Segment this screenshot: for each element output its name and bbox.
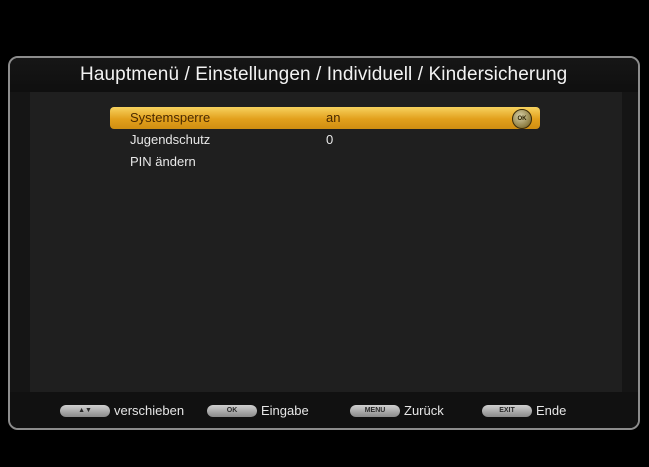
ok-icon[interactable]: OK xyxy=(512,109,532,129)
hint-exit-text: Ende xyxy=(536,403,567,419)
menu-item-label: PIN ändern xyxy=(130,154,196,169)
arrow-keys-icon[interactable]: ▲▼ xyxy=(60,404,110,417)
menu-item-value: 0 xyxy=(326,132,334,147)
hint-exit[interactable]: EXIT Ende xyxy=(482,402,566,420)
menu-item-label: Systemsperre xyxy=(130,110,211,125)
footer-hints: ▲▼ verschieben OK Eingabe MENU Zurück EXIT E… xyxy=(10,392,638,428)
hint-menu[interactable]: MENU Zurück xyxy=(350,402,444,420)
hint-ok[interactable]: OK Eingabe xyxy=(207,402,309,420)
menu-item-label: Jugendschutz xyxy=(130,132,211,147)
menu-item-jugendschutz[interactable]: Jugendschutz 0 xyxy=(110,129,540,151)
ok-key-icon[interactable]: OK xyxy=(207,404,257,417)
menu-item-pin-aendern[interactable]: PIN ändern xyxy=(110,151,540,173)
osd-window: Hauptmenü / Einstellungen / Individuell … xyxy=(8,56,640,430)
hint-ok-text: Eingabe xyxy=(261,403,309,419)
hint-move-text: verschieben xyxy=(114,403,185,419)
breadcrumb-title: Hauptmenü / Einstellungen / Individuell … xyxy=(80,64,568,85)
title-bar: Hauptmenü / Einstellungen / Individuell … xyxy=(10,58,638,92)
menu-key-icon[interactable]: MENU xyxy=(350,404,400,417)
menu-item-value: an xyxy=(326,110,341,125)
hint-menu-text: Zurück xyxy=(404,403,444,419)
menu-item-systemsperre[interactable]: Systemsperre an OK xyxy=(110,107,540,129)
exit-key-icon[interactable]: EXIT xyxy=(482,404,532,417)
hint-move[interactable]: ▲▼ verschieben xyxy=(60,402,184,420)
menu-panel: Systemsperre an OK Jugendschutz 0 PIN än… xyxy=(30,92,622,392)
